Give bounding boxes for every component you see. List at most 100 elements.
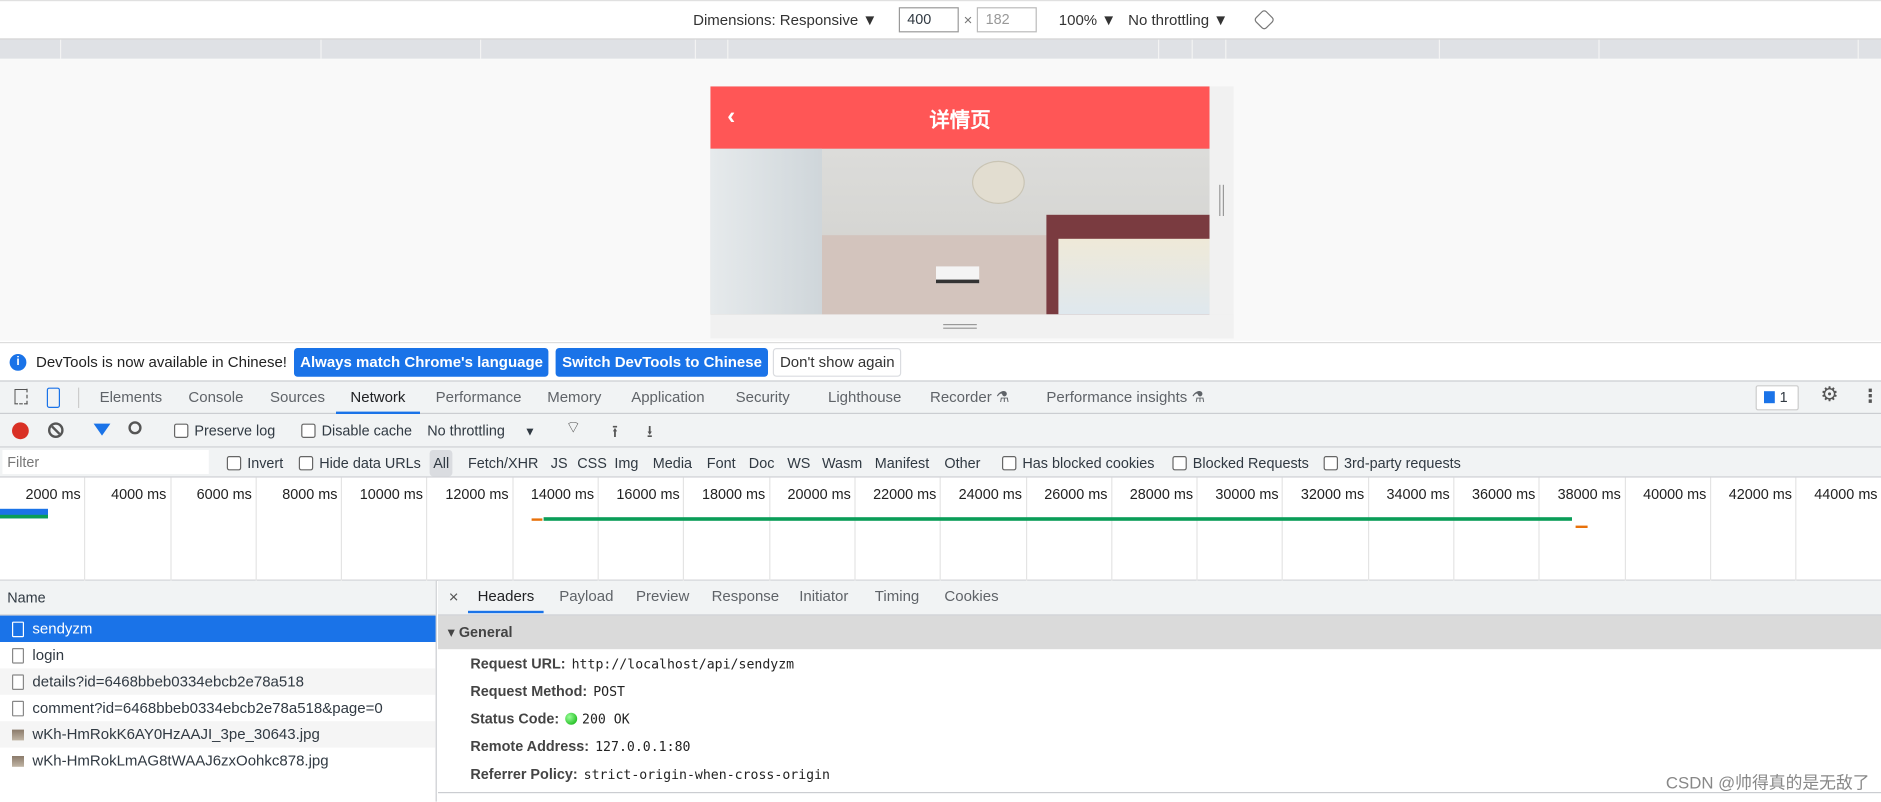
- details-tab-headers[interactable]: Headers: [468, 581, 544, 614]
- preserve-log-checkbox[interactable]: Preserve log: [174, 422, 275, 439]
- timeline-tick: 10000 ms: [342, 477, 428, 581]
- timeline-tick: 36000 ms: [1455, 477, 1541, 581]
- filter-icon[interactable]: [93, 423, 111, 436]
- timeline-tick: 22000 ms: [856, 477, 942, 581]
- request-row[interactable]: wKh-HmRokLmAG8tWAAJ6zxOohkc878.jpg: [0, 748, 436, 774]
- invert-checkbox[interactable]: Invert: [226, 455, 283, 472]
- general-section-header[interactable]: ▾ General: [438, 615, 1881, 650]
- device-screen: ‹ 详情页: [710, 86, 1210, 315]
- tab-lighthouse[interactable]: Lighthouse: [828, 382, 901, 414]
- request-row[interactable]: login: [0, 642, 436, 668]
- hide-data-urls-checkbox[interactable]: Hide data URLs: [298, 455, 421, 472]
- details-tab-cookies[interactable]: Cookies: [935, 581, 1008, 613]
- search-icon[interactable]: [128, 421, 142, 435]
- type-filter-doc[interactable]: Doc: [749, 455, 775, 472]
- network-conditions-icon[interactable]: ⌔: [565, 418, 581, 440]
- request-row[interactable]: wKh-HmRokK6AY0HzAAJI_3pe_30643.jpg: [0, 721, 436, 748]
- tab-performance-insights[interactable]: Performance insights ⚗: [1046, 382, 1205, 414]
- issues-icon: [1764, 391, 1775, 404]
- tab-application[interactable]: Application: [631, 382, 704, 414]
- details-tab-response[interactable]: Response: [702, 581, 789, 613]
- back-icon[interactable]: ‹: [727, 103, 735, 131]
- always-match-language-button[interactable]: Always match Chrome's language: [294, 347, 549, 377]
- rotate-icon[interactable]: [1253, 8, 1276, 31]
- header-field: Status Code: 200 OK: [470, 710, 630, 728]
- watermark: CSDN @帅得真的是无敌了: [1665, 772, 1870, 793]
- dimensions-dropdown[interactable]: Dimensions: Responsive ▼: [693, 11, 877, 28]
- timeline-tick: 14000 ms: [513, 477, 599, 581]
- tab-security[interactable]: Security: [736, 382, 790, 414]
- blocked-requests-checkbox[interactable]: Blocked Requests: [1172, 455, 1309, 472]
- device-toggle-icon[interactable]: [46, 387, 61, 409]
- close-details-button[interactable]: ×: [449, 587, 459, 606]
- tab-console[interactable]: Console: [188, 382, 243, 414]
- type-filter-css[interactable]: CSS: [577, 455, 607, 472]
- details-tab-preview[interactable]: Preview: [626, 581, 699, 613]
- width-input[interactable]: 400: [898, 7, 959, 33]
- switch-to-chinese-button[interactable]: Switch DevTools to Chinese: [556, 347, 768, 377]
- filter-input[interactable]: Filter: [2, 450, 209, 475]
- details-tab-payload[interactable]: Payload: [550, 581, 623, 613]
- third-party-requests-checkbox[interactable]: 3rd-party requests: [1323, 455, 1461, 472]
- tab-performance[interactable]: Performance: [436, 382, 522, 414]
- throttling-dropdown[interactable]: No throttling ▼: [1128, 11, 1228, 28]
- image-file-icon: [12, 755, 24, 767]
- tab-elements[interactable]: Elements: [100, 382, 163, 414]
- type-filter-font[interactable]: Font: [707, 455, 736, 472]
- tab-memory[interactable]: Memory: [547, 382, 601, 414]
- request-name: comment?id=6468bbeb0334ebcb2e78a518&page…: [32, 699, 383, 717]
- document-icon: [12, 700, 24, 716]
- media-query-ruler[interactable]: [0, 39, 1881, 59]
- inspect-element-icon[interactable]: [14, 388, 28, 405]
- resize-handle-right[interactable]: [1209, 86, 1234, 339]
- language-infobar: i DevTools is now available in Chinese! …: [0, 342, 1881, 381]
- settings-icon[interactable]: ⚙: [1820, 383, 1838, 407]
- height-input[interactable]: 182: [977, 7, 1038, 33]
- timeline-bar-pending: [543, 517, 1573, 521]
- type-filter-media[interactable]: Media: [653, 455, 692, 472]
- disable-cache-checkbox[interactable]: Disable cache: [301, 422, 412, 439]
- issues-badge[interactable]: 1: [1755, 385, 1799, 411]
- has-blocked-cookies-checkbox[interactable]: Has blocked cookies: [1002, 455, 1154, 472]
- timeline-tick: 18000 ms: [684, 477, 771, 581]
- timeline-tick: 44000 ms: [1797, 478, 1881, 581]
- type-filter-ws[interactable]: WS: [787, 455, 810, 472]
- details-tab-initiator[interactable]: Initiator: [790, 581, 858, 613]
- type-filter-manifest[interactable]: Manifest: [875, 455, 929, 472]
- tab-recorder[interactable]: Recorder ⚗: [930, 382, 1009, 414]
- clear-icon[interactable]: [48, 422, 64, 439]
- timeline-tick: 4000 ms: [86, 477, 172, 581]
- request-row[interactable]: sendyzm: [0, 615, 436, 642]
- timeline-bar-waiting: [531, 518, 543, 521]
- tab-network[interactable]: Network: [336, 382, 420, 415]
- name-column-header[interactable]: Name: [0, 580, 436, 616]
- zoom-dropdown[interactable]: 100% ▼: [1059, 11, 1116, 28]
- type-filter-wasm[interactable]: Wasm: [822, 455, 862, 472]
- record-button[interactable]: [12, 422, 29, 440]
- more-options-icon[interactable]: ⋮: [1861, 385, 1879, 406]
- timeline-tick: 42000 ms: [1711, 477, 1797, 581]
- timeline-tick: 40000 ms: [1626, 477, 1712, 581]
- import-har-icon[interactable]: ⭱: [612, 419, 618, 448]
- resize-handle-bottom[interactable]: [710, 314, 1234, 339]
- network-overview-timeline[interactable]: 44000 ms 42000 ms 40000 ms 38000 ms 36000 ms…: [0, 477, 1881, 581]
- throttling-select[interactable]: No throttling ▼: [427, 422, 536, 439]
- type-filter-img[interactable]: Img: [614, 455, 638, 472]
- export-har-icon[interactable]: ⭳: [647, 419, 653, 448]
- type-filter-other[interactable]: Other: [944, 455, 980, 472]
- type-filter-js[interactable]: JS: [551, 455, 568, 472]
- type-filter-all[interactable]: All: [429, 450, 453, 477]
- dont-show-again-button[interactable]: Don't show again: [772, 347, 902, 377]
- timeline-tick: 2000 ms: [0, 477, 86, 581]
- details-tab-timing[interactable]: Timing: [865, 581, 929, 613]
- timeline-bar-early: [0, 508, 48, 519]
- tab-sources[interactable]: Sources: [270, 382, 325, 414]
- timeline-tick: 6000 ms: [171, 477, 257, 581]
- type-filter-fetch-xhr[interactable]: Fetch/XHR: [468, 455, 538, 472]
- request-row[interactable]: details?id=6468bbeb0334ebcb2e78a518: [0, 668, 436, 695]
- request-row[interactable]: comment?id=6468bbeb0334ebcb2e78a518&page…: [0, 695, 436, 721]
- request-name: wKh-HmRokK6AY0HzAAJI_3pe_30643.jpg: [32, 726, 320, 743]
- device-toolbar: Dimensions: Responsive ▼ 400 × 182 100% …: [0, 0, 1881, 40]
- image-file-icon: [12, 729, 24, 740]
- timeline-tick: 32000 ms: [1283, 477, 1369, 581]
